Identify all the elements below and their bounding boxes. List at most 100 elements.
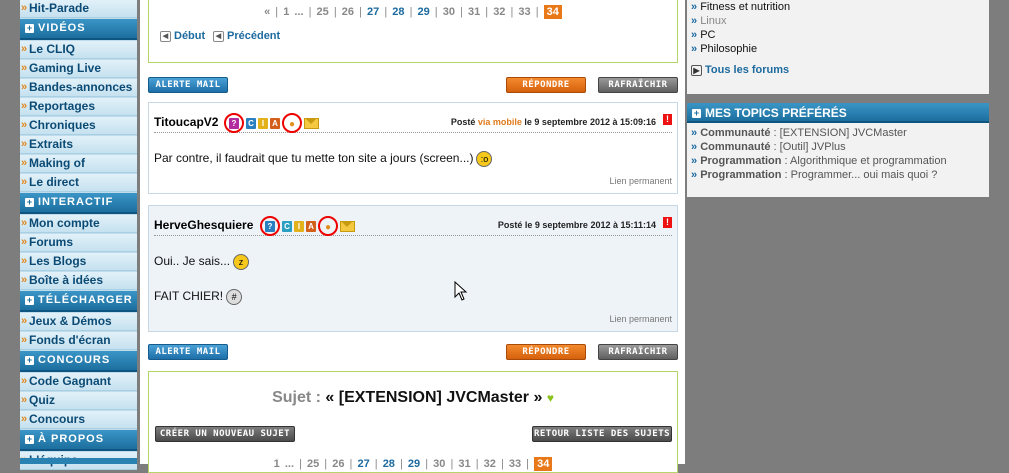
pager-page[interactable]: 27 bbox=[367, 6, 379, 18]
pager-page[interactable]: 30 bbox=[443, 6, 455, 18]
sidebar-item-concours[interactable]: Concours bbox=[20, 411, 137, 429]
sidebar-item-le-direct[interactable]: Le direct bbox=[20, 174, 137, 192]
info-icon[interactable]: I bbox=[258, 117, 268, 129]
alert-mail-button[interactable]: ALERTE MAIL bbox=[148, 77, 228, 93]
pager-page[interactable]: 32 bbox=[484, 458, 496, 470]
message-icon[interactable] bbox=[340, 220, 355, 232]
pager-page[interactable]: 26 bbox=[342, 6, 354, 18]
sidebar-item-mon-compte[interactable]: Mon compte bbox=[20, 215, 137, 233]
reply-button[interactable]: RÉPONDRE bbox=[506, 344, 586, 360]
post-body-line: FAIT CHIER! # bbox=[154, 289, 243, 305]
pager-box-top: « | 1 ... | 25 | 26 | 27 | 28 | 29 | 30 … bbox=[148, 0, 678, 63]
cdv-icon[interactable]: C bbox=[282, 220, 292, 232]
permalink-link[interactable]: Lien permanent bbox=[609, 314, 672, 324]
favorite-topics-header: + MES TOPICS PRÉFÉRÉS bbox=[687, 103, 989, 123]
pager-page[interactable]: 1 bbox=[283, 6, 289, 18]
permalink-link[interactable]: Lien permanent bbox=[609, 176, 672, 186]
sidebar-section-interactif[interactable]: + INTERACTIF bbox=[20, 193, 137, 214]
angry-smiley-icon: # bbox=[226, 289, 243, 305]
favorite-topic-item[interactable]: Programmation : Programmer... oui mais q… bbox=[691, 169, 937, 181]
favorite-topics-box: +MES TOPICS PRÉFÉRÉS Communauté : [EXTEN… bbox=[687, 103, 989, 197]
pager-page[interactable]: 31 bbox=[468, 6, 480, 18]
sidebar-item-code-gagnant[interactable]: Code Gagnant bbox=[20, 373, 137, 391]
all-forums-link[interactable]: ▶ Tous les forums bbox=[691, 64, 789, 76]
plus-icon: + bbox=[25, 294, 34, 305]
sidebar-item-le-cliq[interactable]: Le CLIQ bbox=[20, 41, 137, 59]
favorite-topic-item[interactable]: Programmation : Algorithmique et program… bbox=[691, 155, 946, 167]
forum-link[interactable]: Fitness et nutrition bbox=[691, 1, 790, 13]
heart-icon[interactable]: ♥ bbox=[547, 391, 554, 405]
pager-page[interactable]: 27 bbox=[357, 458, 369, 470]
pager-page[interactable]: 32 bbox=[493, 6, 505, 18]
favorite-topic-item[interactable]: Communauté : [EXTENSION] JVCMaster bbox=[691, 127, 907, 139]
sidebar-footer-bar bbox=[20, 458, 137, 464]
sidebar-item-boite-a-idees[interactable]: Boîte à idées bbox=[20, 272, 137, 290]
post-date: Posté via mobile le 9 septembre 2012 à 1… bbox=[450, 117, 656, 127]
back-to-list-button[interactable]: RETOUR LISTE DES SUJETS bbox=[532, 426, 672, 442]
pager-page[interactable]: 33 bbox=[509, 458, 521, 470]
bird-icon[interactable]: ● bbox=[282, 113, 302, 133]
message-icon[interactable] bbox=[304, 117, 319, 129]
add-friend-icon[interactable]: A bbox=[270, 117, 280, 129]
pager-current-page: 34 bbox=[534, 457, 553, 471]
pagination-top: « | 1 ... | 25 | 26 | 27 | 28 | 29 | 30 … bbox=[149, 5, 677, 19]
main-content: « | 1 ... | 25 | 26 | 27 | 28 | 29 | 30 … bbox=[140, 0, 685, 473]
sidebar-item-chroniques[interactable]: Chroniques bbox=[20, 117, 137, 135]
sidebar-item-les-blogs[interactable]: Les Blogs bbox=[20, 253, 137, 271]
post-header: HerveGhesquiere ? C I A ● Posté le 9 septemb… bbox=[154, 215, 672, 236]
pager-page[interactable]: 31 bbox=[458, 458, 470, 470]
pager-prev[interactable]: « bbox=[264, 6, 270, 18]
new-topic-button[interactable]: CRÉER UN NOUVEAU SUJET bbox=[155, 426, 295, 442]
post-body-line: Oui.. Je sais... z bbox=[154, 254, 250, 270]
sidebar-item-reportages[interactable]: Reportages bbox=[20, 98, 137, 116]
pager-page[interactable]: 26 bbox=[332, 458, 344, 470]
forum-link[interactable]: Philosophie bbox=[691, 43, 757, 55]
report-icon[interactable]: ! bbox=[663, 114, 672, 125]
reply-button[interactable]: RÉPONDRE bbox=[506, 77, 586, 93]
sidebar-section-concours[interactable]: + CONCOURS bbox=[20, 351, 137, 372]
pager-page[interactable]: 29 bbox=[408, 458, 420, 470]
sidebar-section-telecharger[interactable]: + TÉLÉCHARGER bbox=[20, 291, 137, 312]
pager-page[interactable]: 28 bbox=[392, 6, 404, 18]
sidebar-item-gaming-live[interactable]: Gaming Live bbox=[20, 60, 137, 78]
pager-page[interactable]: 29 bbox=[417, 6, 429, 18]
sidebar-item-fonds-ecran[interactable]: Fonds d'écran bbox=[20, 332, 137, 350]
info-icon[interactable]: I bbox=[294, 220, 304, 232]
sidebar-item-quiz[interactable]: Quiz bbox=[20, 392, 137, 410]
pager-page[interactable]: 28 bbox=[383, 458, 395, 470]
forum-link[interactable]: PC bbox=[691, 29, 715, 41]
bird-icon[interactable]: ● bbox=[318, 216, 338, 236]
refresh-button[interactable]: RAFRAÎCHIR bbox=[598, 77, 678, 93]
plus-icon[interactable]: + bbox=[692, 109, 701, 119]
refresh-button[interactable]: RAFRAÎCHIR bbox=[598, 344, 678, 360]
plus-icon: + bbox=[25, 196, 34, 207]
arrow-right-icon: ▶ bbox=[691, 64, 702, 76]
sidebar-section-a-propos[interactable]: + À PROPOS bbox=[20, 430, 137, 451]
alert-mail-button[interactable]: ALERTE MAIL bbox=[148, 344, 228, 360]
pager-previous-link[interactable]: ◀ Précédent bbox=[213, 30, 280, 42]
sidebar-item-bandes-annonces[interactable]: Bandes-annonces bbox=[20, 79, 137, 97]
profile-icon[interactable]: ? bbox=[224, 113, 244, 133]
sidebar-item-jeux-demos[interactable]: Jeux & Démos bbox=[20, 313, 137, 331]
pager-first-link[interactable]: ◀ Début bbox=[160, 30, 205, 42]
plus-icon: + bbox=[25, 354, 34, 365]
pager-page[interactable]: 33 bbox=[518, 6, 530, 18]
pager-page[interactable]: 30 bbox=[433, 458, 445, 470]
favorite-topic-item[interactable]: Communauté : [Outil] JVPlus bbox=[691, 141, 845, 153]
cdv-icon[interactable]: C bbox=[246, 117, 256, 129]
report-icon[interactable]: ! bbox=[663, 217, 672, 228]
forum-link[interactable]: Linux bbox=[691, 15, 726, 27]
pager-page[interactable]: 25 bbox=[317, 6, 329, 18]
pager-page[interactable]: 1 bbox=[274, 458, 280, 470]
sidebar-item-extraits[interactable]: Extraits bbox=[20, 136, 137, 154]
sidebar-item-making-of[interactable]: Making of bbox=[20, 155, 137, 173]
post-badges: ? C I A ● bbox=[260, 216, 355, 236]
sidebar-item-forums[interactable]: Forums bbox=[20, 234, 137, 252]
sidebar-item-hit-parade[interactable]: Hit-Parade bbox=[20, 0, 137, 18]
post-author[interactable]: HerveGhesquiere bbox=[154, 218, 253, 232]
profile-icon[interactable]: ? bbox=[260, 216, 280, 236]
add-friend-icon[interactable]: A bbox=[306, 220, 316, 232]
pager-page[interactable]: 25 bbox=[307, 458, 319, 470]
sidebar-section-videos[interactable]: + VIDÉOS bbox=[20, 19, 137, 40]
post-author[interactable]: TitoucapV2 bbox=[154, 115, 218, 129]
